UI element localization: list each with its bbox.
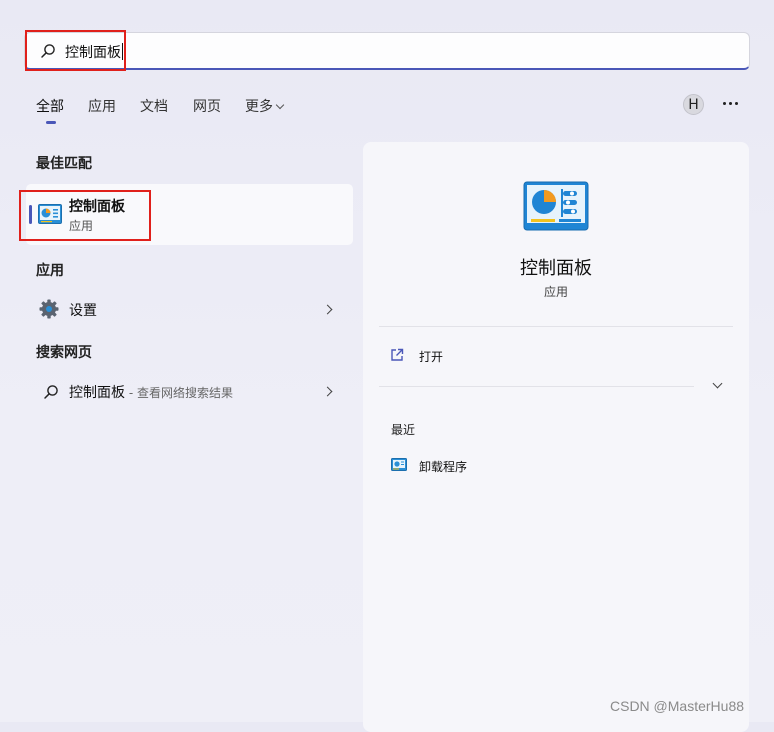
tab-more[interactable]: 更多 — [245, 96, 285, 116]
uninstall-program-icon — [391, 458, 407, 471]
detail-title: 控制面板 — [520, 258, 592, 279]
search-icon — [44, 385, 58, 399]
tab-documents[interactable]: 文档 — [140, 96, 168, 116]
section-apps: 应用 — [36, 263, 64, 279]
app-item-settings[interactable]: 设置 — [26, 291, 353, 327]
more-options-icon[interactable] — [723, 102, 741, 106]
tab-apps[interactable]: 应用 — [88, 96, 116, 116]
highlight-box-result — [19, 190, 151, 241]
detail-subtitle: 应用 — [543, 285, 568, 299]
detail-divider — [379, 326, 733, 327]
search-box[interactable]: 控制面板 — [24, 32, 750, 70]
section-web-search: 搜索网页 — [36, 345, 92, 361]
tab-all[interactable]: 全部 — [36, 96, 64, 116]
open-action[interactable]: 打开 — [419, 348, 443, 365]
section-best-match: 最佳匹配 — [36, 156, 92, 172]
chevron-right-icon — [322, 304, 333, 315]
active-tab-indicator — [46, 121, 56, 124]
web-search-label: 控制面板 - 查看网络搜索结果 — [69, 385, 233, 401]
recent-item-uninstall[interactable]: 卸载程序 — [419, 458, 467, 475]
chevron-right-icon — [322, 386, 333, 397]
recent-section-title: 最近 — [391, 423, 416, 437]
highlight-box-search — [25, 30, 126, 71]
open-external-icon — [391, 348, 404, 361]
control-panel-icon — [523, 181, 589, 231]
actions-divider — [379, 386, 694, 387]
app-item-label: 设置 — [69, 303, 97, 319]
settings-gear-icon — [39, 299, 59, 319]
watermark: CSDN @MasterHu88 — [610, 698, 745, 714]
web-search-item[interactable]: 控制面板 - 查看网络搜索结果 — [26, 373, 353, 409]
tab-web[interactable]: 网页 — [193, 96, 221, 116]
chevron-down-icon — [275, 100, 285, 110]
account-avatar[interactable]: H — [683, 94, 704, 115]
